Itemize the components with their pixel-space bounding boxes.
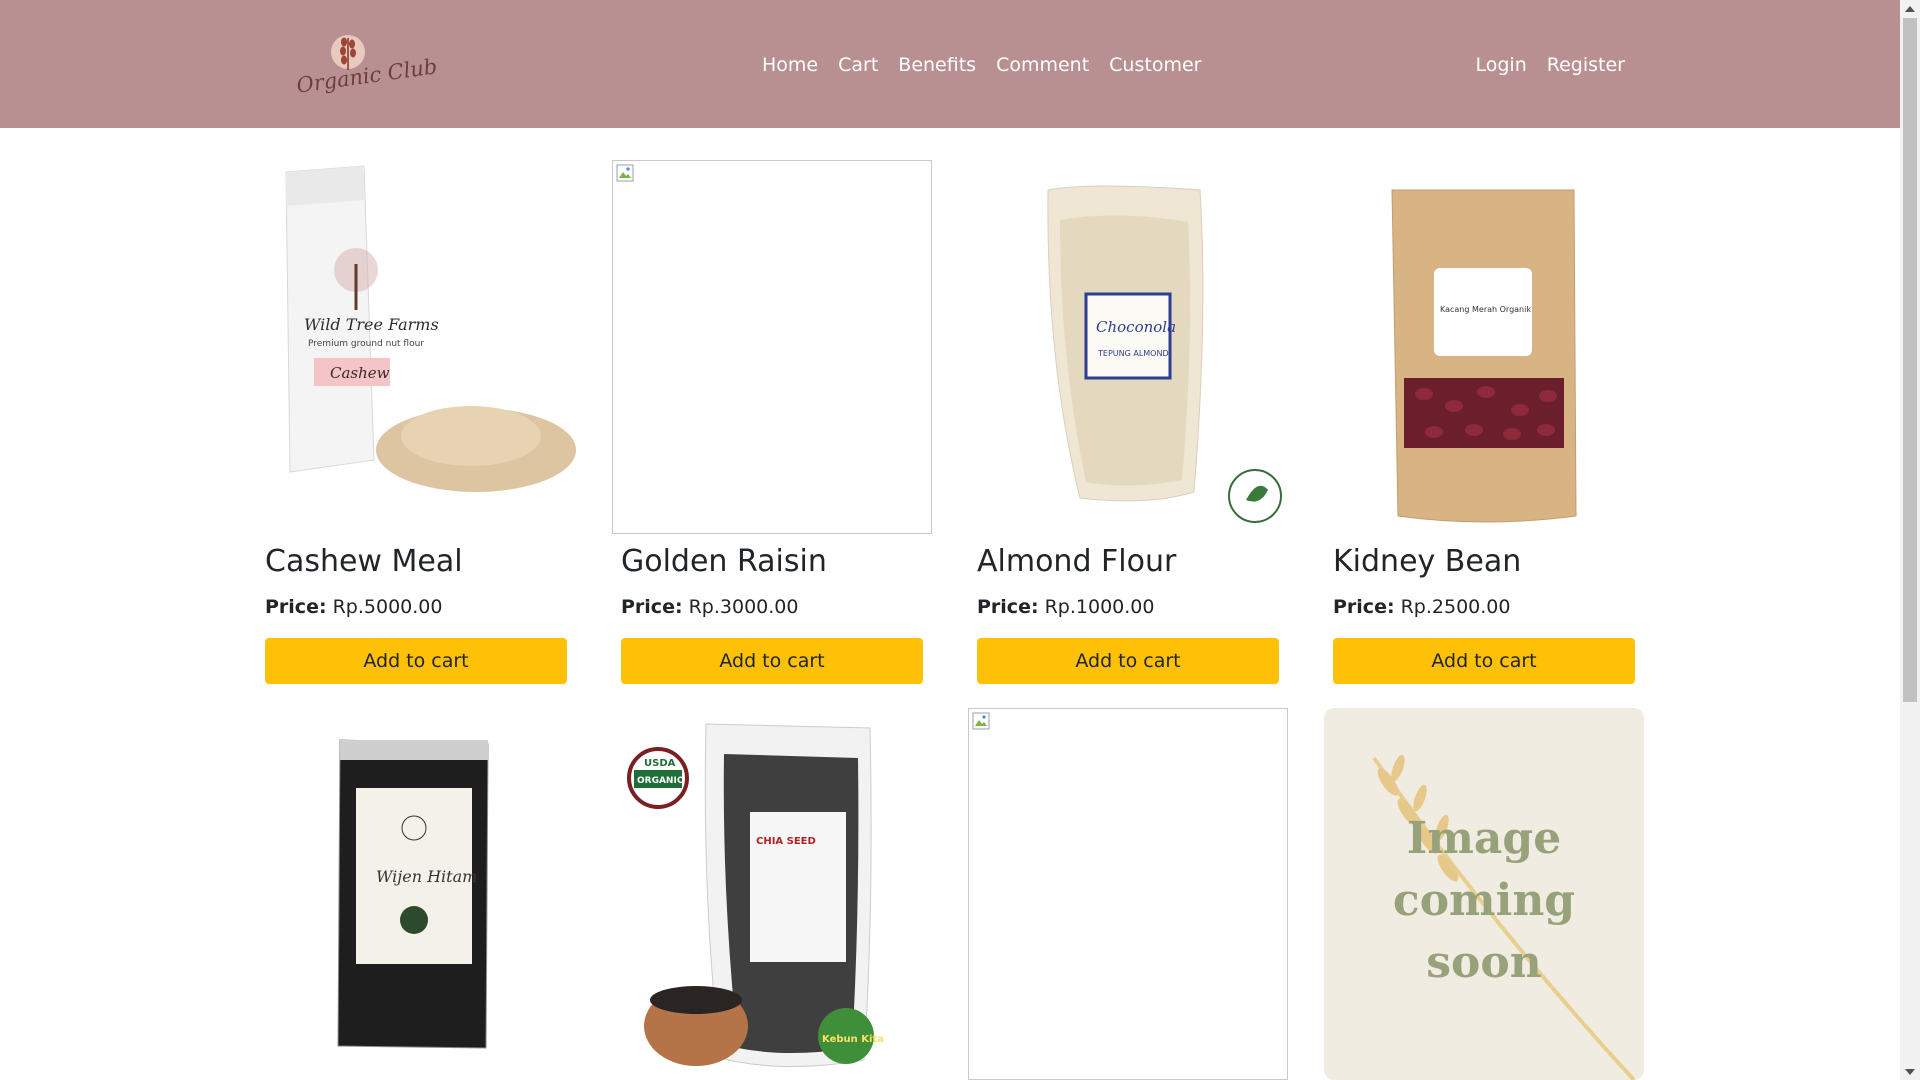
kidney-bean-bag-image: Kacang Merah Organik [1391,189,1577,523]
product-title: Golden Raisin [621,544,827,579]
brand-logo[interactable]: Organic Club [290,26,439,106]
almond-package-brand: Choconola [1096,318,1176,336]
product-image-almond-flour: Choconola TEPUNG ALMOND [968,160,1288,534]
product-image-chia-seed: USDA ORGANIC CHIA SEED Kebun Kita [612,708,932,1080]
coming-soon-line-2: coming [1392,875,1576,926]
product-price: Price: Rp.3000.00 [621,596,798,618]
nav-customer[interactable]: Customer [1099,50,1211,80]
price-value: Rp.3000.00 [688,596,799,618]
navbar: Organic Club Home Cart Benefits Comment … [0,0,1900,128]
cashew-package-brand: Wild Tree Farms [304,315,439,334]
main-nav: Home Cart Benefits Comment Customer [752,50,1211,80]
price-value: Rp.5000.00 [332,596,443,618]
nav-home[interactable]: Home [752,50,828,80]
nav-comment[interactable]: Comment [986,50,1099,80]
product-title: Almond Flour [977,544,1177,579]
almond-package-label: TEPUNG ALMOND [1097,349,1169,358]
price-value: Rp.1000.00 [1044,596,1155,618]
broken-image-icon [972,712,990,730]
price-label: Price: [265,596,327,618]
add-to-cart-button[interactable]: Add to cart [265,638,567,684]
product-image-kidney-bean: Kacang Merah Organik [1324,160,1644,534]
product-price: Price: Rp.2500.00 [1333,596,1510,618]
price-label: Price: [621,596,683,618]
product-image-golden-raisin [612,160,932,534]
almond-flour-bag-image: Choconola TEPUNG ALMOND [1047,185,1282,523]
scrollbar-thumb[interactable] [1903,18,1917,702]
coming-soon-text: Image coming soon [1324,808,1644,994]
cashew-package-label: Cashew [330,364,390,382]
usda-badge-text: USDA [644,758,676,769]
add-to-cart-button[interactable]: Add to cart [977,638,1279,684]
product-price: Price: Rp.5000.00 [265,596,442,618]
cashew-bag-image: Wild Tree Farms Premium ground nut flour… [285,165,576,492]
chia-seed-bag-image: USDA ORGANIC CHIA SEED Kebun Kita [627,723,884,1068]
coming-soon-line-3: soon [1426,937,1542,988]
price-label: Price: [1333,596,1395,618]
black-sesame-bag-image: Wijen Hitam [337,739,489,1049]
image-coming-soon-placeholder: Image coming soon [1324,708,1644,1080]
sesame-package-label: Wijen Hitam [376,867,477,886]
scroll-up-arrow-icon[interactable] [1900,0,1920,17]
nav-login[interactable]: Login [1466,50,1537,80]
product-title: Kidney Bean [1333,544,1522,579]
nav-cart[interactable]: Cart [828,50,888,80]
price-value: Rp.2500.00 [1400,596,1511,618]
price-label: Price: [977,596,1039,618]
product-price: Price: Rp.1000.00 [977,596,1154,618]
coming-soon-line-1: Image [1406,813,1562,864]
scroll-down-arrow-icon[interactable] [1900,1063,1920,1080]
product-image-cashew-meal: Wild Tree Farms Premium ground nut flour… [256,160,576,534]
organic-badge-text: ORGANIC [637,776,684,786]
vertical-scrollbar[interactable] [1900,0,1920,1080]
nav-benefits[interactable]: Benefits [888,50,986,80]
chia-package-label: CHIA SEED [756,836,816,847]
product-title: Cashew Meal [265,544,463,579]
cashew-package-subtitle: Premium ground nut flour [308,339,424,349]
kebun-kita-badge-text: Kebun Kita [822,1034,884,1045]
add-to-cart-button[interactable]: Add to cart [621,638,923,684]
add-to-cart-button[interactable]: Add to cart [1333,638,1635,684]
product-image-broken [968,708,1288,1080]
auth-nav: Login Register [1466,50,1636,80]
kidney-package-label: Kacang Merah Organik [1440,305,1531,314]
nav-register[interactable]: Register [1537,50,1635,80]
broken-image-icon [616,164,634,182]
product-image-black-sesame: Wijen Hitam [256,708,576,1080]
